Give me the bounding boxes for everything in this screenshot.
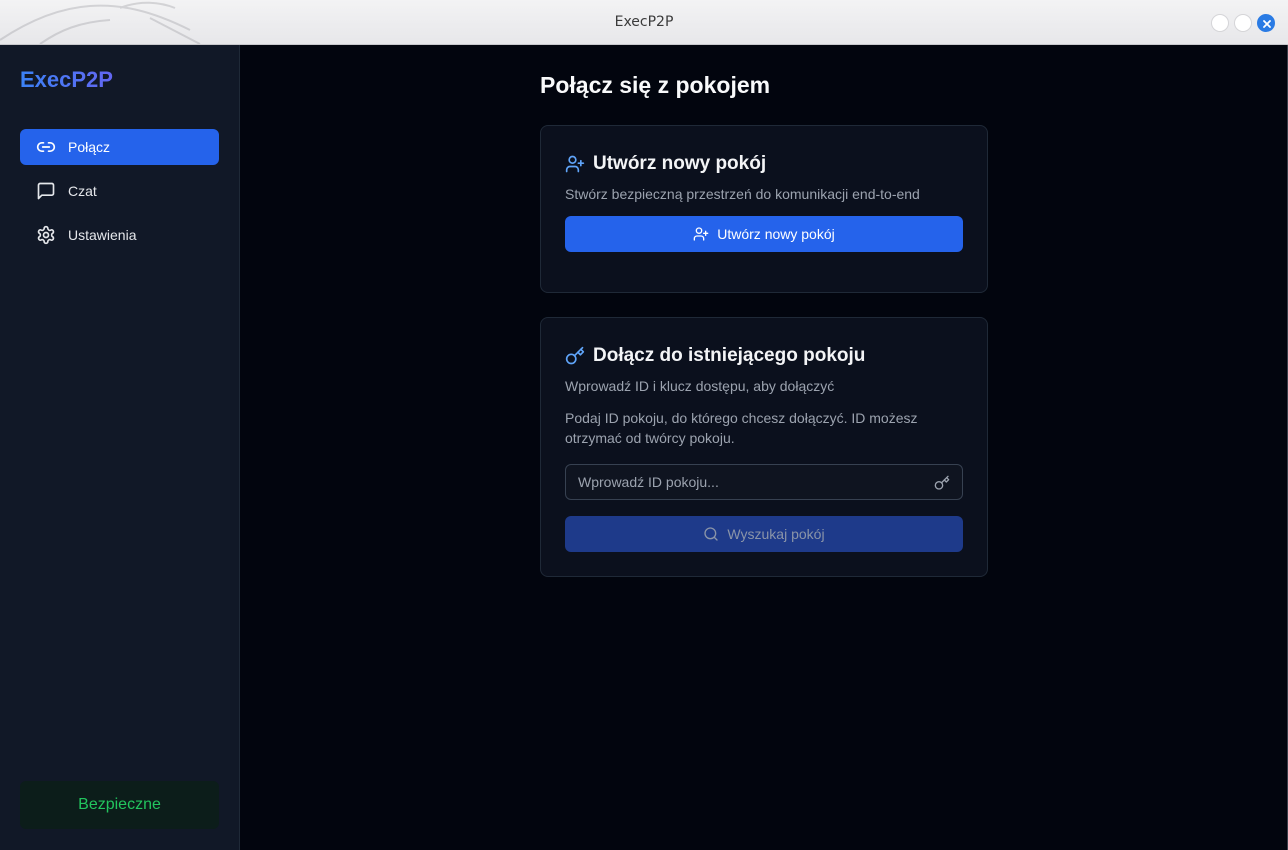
app-window: ExecP2P ExecP2P Połącz Czat Ustawienia B… (0, 0, 1288, 850)
create-room-button-label: Utwórz nowy pokój (717, 226, 835, 242)
window-title: ExecP2P (614, 14, 674, 30)
security-status-badge: Bezpieczne (20, 781, 219, 829)
search-room-button-label: Wyszukaj pokój (727, 526, 825, 542)
create-room-title: Utwórz nowy pokój (593, 153, 767, 174)
sidebar: ExecP2P Połącz Czat Ustawienia Bezpieczn… (0, 45, 240, 850)
create-room-description: Stwórz bezpieczną przestrzeń do komunika… (565, 186, 920, 202)
search-icon (704, 527, 719, 541)
create-room-card-header: Utwórz nowy pokój (565, 153, 766, 175)
sidebar-item-settings[interactable]: Ustawienia (20, 217, 219, 253)
sidebar-item-label: Połącz (68, 139, 111, 155)
key-icon (565, 346, 585, 365)
sidebar-item-connect[interactable]: Połącz (20, 129, 219, 165)
sidebar-nav: Połącz Czat Ustawienia (20, 129, 219, 261)
join-room-card: Dołącz do istniejącego pokoju Wprowadź I… (540, 317, 988, 577)
close-icon (1263, 20, 1271, 28)
join-room-card-header: Dołącz do istniejącego pokoju (565, 345, 865, 367)
sidebar-item-chat[interactable]: Czat (20, 173, 219, 209)
user-plus-icon (693, 227, 709, 241)
brand-logo: ExecP2P (20, 67, 113, 92)
room-id-input[interactable] (566, 465, 962, 499)
create-room-button[interactable]: Utwórz nowy pokój (565, 216, 963, 252)
chat-icon (37, 182, 55, 200)
sidebar-item-label: Czat (68, 183, 97, 199)
join-room-title: Dołącz do istniejącego pokoju (593, 345, 866, 366)
join-room-description: Wprowadź ID i klucz dostępu, aby dołączy… (565, 378, 835, 394)
join-room-help-text: Podaj ID pokoju, do którego chcesz dołąc… (565, 410, 918, 446)
key-icon (934, 475, 950, 490)
gear-icon (37, 225, 55, 245)
minimize-button[interactable] (1211, 14, 1229, 32)
search-room-button[interactable]: Wyszukaj pokój (565, 516, 963, 552)
page-title: Połącz się z pokojem (540, 72, 771, 98)
room-id-field[interactable] (565, 464, 963, 500)
link-icon (36, 142, 56, 152)
close-button[interactable] (1257, 14, 1275, 32)
title-bar[interactable]: ExecP2P (0, 0, 1288, 45)
create-room-card: Utwórz nowy pokój Stwórz bezpieczną prze… (540, 125, 988, 293)
main-content: Połącz się z pokojem Utwórz nowy pokój S… (240, 45, 1287, 850)
user-plus-icon (565, 155, 585, 173)
maximize-button[interactable] (1234, 14, 1252, 32)
sidebar-item-label: Ustawienia (68, 227, 137, 243)
